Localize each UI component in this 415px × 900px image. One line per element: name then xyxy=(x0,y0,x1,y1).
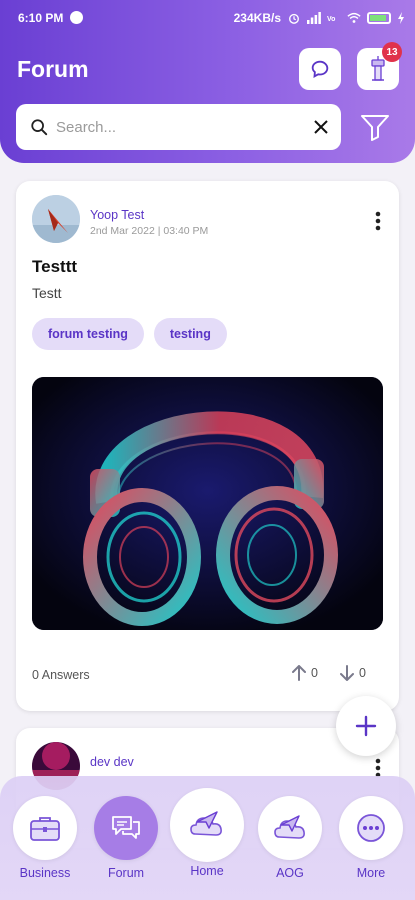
header: 6:10 PM 234KB/s Vo Forum 13 xyxy=(0,0,415,163)
nav-forum-circle[interactable] xyxy=(94,796,158,860)
clear-search-icon[interactable] xyxy=(313,119,329,135)
post-image[interactable] xyxy=(32,377,383,630)
nav-label: AOG xyxy=(276,866,304,880)
notifications-button[interactable]: 13 xyxy=(357,42,402,90)
avatar[interactable] xyxy=(32,195,80,243)
upvote-count: 0 xyxy=(311,666,318,680)
search-bar xyxy=(16,104,341,150)
page-title: Forum xyxy=(17,56,89,82)
nav-more-circle[interactable] xyxy=(339,796,403,860)
upvote-button[interactable]: 0 xyxy=(292,665,318,681)
chat-bubble-icon xyxy=(311,60,329,78)
nav-forum[interactable]: Forum xyxy=(91,796,161,880)
alarm-icon xyxy=(289,13,299,24)
nav-label: Business xyxy=(19,866,71,880)
nav-aog[interactable]: AOG xyxy=(255,796,325,880)
forum-screen: 6:10 PM 234KB/s Vo Forum 13 Search... Yo… xyxy=(0,0,415,900)
battery-icon xyxy=(367,12,391,24)
nav-business-circle[interactable] xyxy=(13,796,77,860)
signal-icon xyxy=(307,12,321,24)
volte-icon: Vo xyxy=(327,16,335,23)
arrow-down-icon xyxy=(340,665,354,681)
nav-aog-circle[interactable] xyxy=(258,796,322,860)
bottom-navigation: Business Forum Home AOG More xyxy=(0,776,415,900)
downvote-count: 0 xyxy=(359,666,366,680)
chat-button[interactable] xyxy=(299,48,341,90)
forum-chat-icon xyxy=(112,816,140,839)
nav-more[interactable]: More xyxy=(336,796,406,880)
nav-label: More xyxy=(356,866,386,880)
wifi-icon xyxy=(347,12,361,23)
nav-home[interactable]: Home xyxy=(170,788,244,878)
filter-icon[interactable] xyxy=(360,113,390,141)
nav-label: Forum xyxy=(107,866,145,880)
nav-home-circle[interactable] xyxy=(170,788,244,862)
plane-cloud-icon xyxy=(190,811,222,836)
post-card[interactable]: Yoop Test 2nd Mar 2022 | 03:40 PM Testtt… xyxy=(16,181,399,711)
tag-chip[interactable]: forum testing xyxy=(32,318,144,350)
charging-icon xyxy=(398,12,404,24)
post-title: Testtt xyxy=(32,257,78,276)
status-bar: 6:10 PM 234KB/s Vo xyxy=(0,0,415,36)
app-indicator-icon xyxy=(70,11,83,24)
plane-cloud-icon xyxy=(274,815,305,839)
more-options-icon[interactable] xyxy=(375,758,381,778)
tag-chip[interactable]: testing xyxy=(153,318,227,350)
headphones-illustration xyxy=(32,377,383,630)
search-input[interactable] xyxy=(56,112,296,142)
post-date: 2nd Mar 2022 | 03:40 PM xyxy=(90,225,209,237)
more-options-icon[interactable] xyxy=(375,211,381,231)
post-author[interactable]: Yoop Test xyxy=(90,208,144,222)
svg-text:Vo: Vo xyxy=(327,16,335,23)
post-tags: forum testing testing xyxy=(32,318,227,350)
status-time: 6:10 PM xyxy=(18,11,64,25)
post-author[interactable]: dev dev xyxy=(90,755,134,769)
nav-business[interactable]: Business xyxy=(10,796,80,880)
add-post-button[interactable] xyxy=(336,696,396,756)
briefcase-icon xyxy=(30,817,60,841)
downvote-button[interactable]: 0 xyxy=(340,665,366,681)
search-icon xyxy=(31,119,48,136)
more-dots-icon xyxy=(357,814,385,842)
status-icons: 234KB/s Vo xyxy=(234,11,405,25)
plus-icon xyxy=(355,715,377,737)
notification-badge: 13 xyxy=(382,42,402,62)
post-body: Testt xyxy=(32,285,62,301)
answers-count[interactable]: 0 Answers xyxy=(32,668,90,682)
arrow-up-icon xyxy=(292,665,306,681)
network-speed: 234KB/s xyxy=(233,11,281,25)
nav-label: Home xyxy=(190,864,224,878)
avatar-image xyxy=(32,195,80,243)
